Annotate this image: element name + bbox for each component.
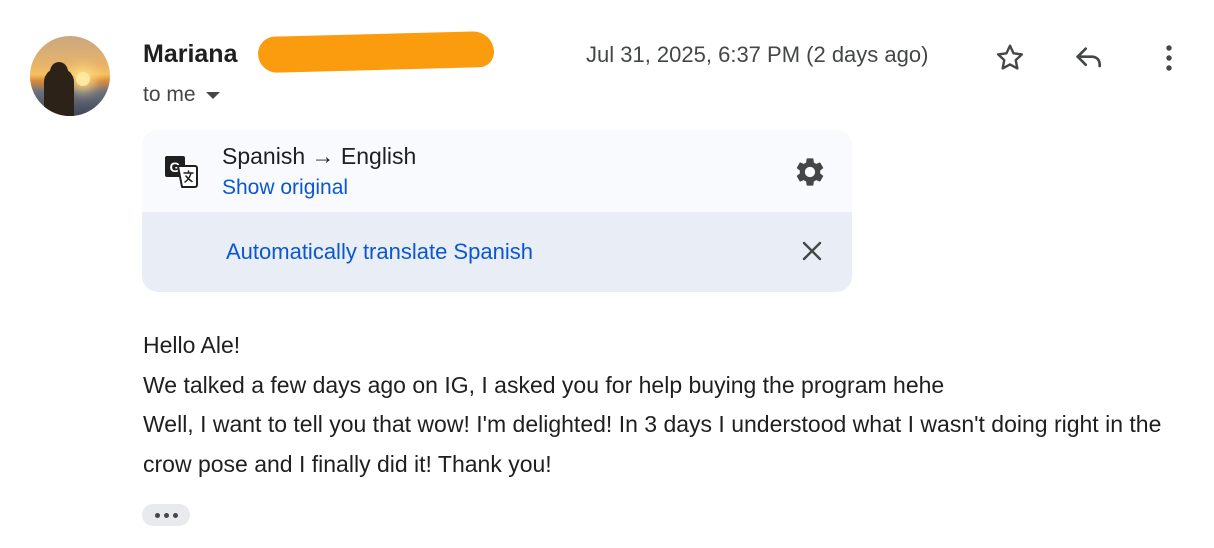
translation-header: G Spanish → English Show original — [142, 130, 852, 212]
translation-panel: G Spanish → English Show original Automa… — [142, 130, 852, 292]
avatar-person — [44, 68, 74, 116]
avatar[interactable] — [30, 36, 110, 116]
gear-icon — [796, 158, 824, 186]
message-body: Hello Ale! We talked a few days ago on I… — [143, 326, 1193, 484]
chevron-down-icon — [205, 91, 220, 99]
auto-translate-link[interactable]: Automatically translate Spanish — [226, 239, 533, 265]
recipient-details-toggle[interactable]: to me — [143, 83, 220, 107]
show-trimmed-content-button[interactable] — [142, 504, 190, 526]
translate-icon: G — [164, 154, 200, 195]
reply-icon — [1076, 47, 1101, 68]
redaction-mark — [257, 30, 495, 74]
more-horiz-icon — [163, 512, 169, 518]
avatar-sun — [76, 72, 90, 86]
close-icon — [802, 241, 822, 261]
star-button[interactable] — [990, 38, 1030, 78]
more-options-button[interactable] — [1149, 38, 1189, 78]
dismiss-translate-button[interactable] — [792, 231, 832, 271]
translation-settings-button[interactable] — [790, 152, 830, 192]
reply-button[interactable] — [1069, 38, 1109, 78]
message-line: Well, I want to tell you that wow! I'm d… — [143, 411, 1162, 477]
star-icon — [996, 44, 1024, 70]
recipient-text: to me — [143, 83, 196, 106]
more-horiz-icon — [154, 512, 160, 518]
show-original-link[interactable]: Show original — [222, 176, 348, 200]
message-line: We talked a few days ago on IG, I asked … — [143, 371, 945, 398]
translation-languages: Spanish → English — [222, 143, 417, 169]
message-line: Hello Ale! — [143, 332, 241, 358]
sender-name[interactable]: Mariana — [143, 40, 237, 69]
more-horiz-icon — [172, 512, 178, 518]
message-date: Jul 31, 2025, 6:37 PM (2 days ago) — [586, 42, 929, 67]
more-vert-icon — [1166, 45, 1172, 71]
